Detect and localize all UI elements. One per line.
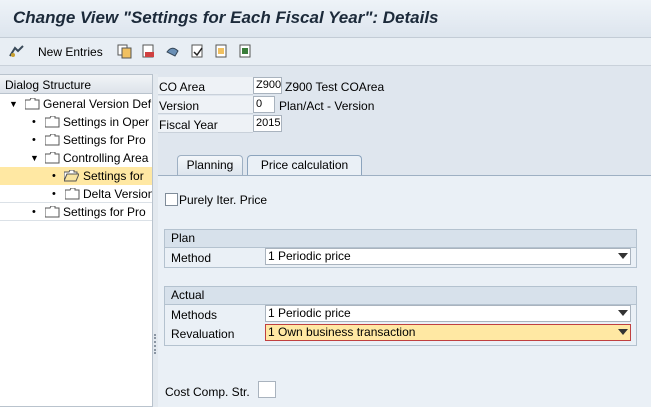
actual-group-title: Actual — [165, 287, 636, 305]
bullet-icon: • — [52, 188, 56, 200]
tree-item-settings-profitability-2[interactable]: • Settings for Pro — [0, 203, 152, 221]
fiscal-year-field[interactable]: 2015 — [253, 115, 282, 132]
tree-item-settings-fiscal-year[interactable]: • Settings for — [0, 167, 152, 185]
folder-icon — [45, 206, 60, 218]
toolbar: New Entries — [0, 38, 651, 66]
version-label: Version — [159, 99, 200, 113]
bullet-icon: • — [52, 170, 56, 182]
copy-icon[interactable] — [117, 44, 132, 59]
glasses-icon[interactable] — [9, 44, 24, 59]
dialog-structure-panel: Dialog Structure ▼ General Version Def •… — [0, 74, 153, 407]
tree-item-settings-profitability[interactable]: • Settings for Pro — [0, 131, 152, 149]
tree-item-general-version[interactable]: ▼ General Version Def — [0, 95, 152, 113]
folder-icon — [65, 188, 80, 200]
tree-item-delta-version[interactable]: • Delta Version — [0, 185, 152, 203]
version-description: Plan/Act - Version — [279, 99, 375, 113]
open-folder-icon — [64, 170, 79, 182]
chevron-down-icon[interactable] — [618, 329, 628, 335]
tab-planning[interactable]: Planning — [177, 155, 243, 175]
undo-icon[interactable] — [165, 44, 180, 59]
bullet-icon: • — [32, 134, 36, 146]
tree-item-settings-operation[interactable]: • Settings in Oper — [0, 113, 152, 131]
purely-iter-price-checkbox[interactable] — [165, 193, 178, 206]
expand-down-icon[interactable]: ▼ — [9, 95, 18, 113]
plan-group-title: Plan — [165, 230, 636, 248]
splitter-grip-icon[interactable] — [154, 334, 157, 354]
expand-down-icon[interactable]: ▼ — [30, 149, 39, 167]
folder-icon — [45, 134, 60, 146]
new-entries-button[interactable]: New Entries — [38, 45, 103, 59]
plan-method-label: Method — [171, 251, 212, 265]
tree-item-controlling-area[interactable]: ▼ Controlling Area — [0, 149, 152, 167]
dialog-structure-header: Dialog Structure — [0, 75, 152, 94]
fiscal-year-label: Fiscal Year — [159, 118, 218, 132]
delete-icon[interactable] — [141, 44, 156, 59]
cost-comp-str-label: Cost Comp. Str. — [165, 385, 250, 399]
bullet-icon: • — [32, 116, 36, 128]
deselect-all-icon[interactable] — [238, 44, 253, 59]
co-area-description: Z900 Test COArea — [285, 80, 385, 94]
cost-comp-str-field[interactable] — [258, 381, 276, 398]
folder-icon — [45, 152, 60, 164]
page-title: Change View "Settings for Each Fiscal Ye… — [13, 8, 439, 27]
select-all-icon[interactable] — [190, 44, 205, 59]
version-field[interactable]: 0 — [253, 96, 275, 113]
chevron-down-icon[interactable] — [618, 310, 628, 316]
actual-methods-label: Methods — [171, 308, 218, 322]
bullet-icon: • — [32, 206, 36, 218]
folder-icon — [45, 116, 60, 128]
tab-price-calculation[interactable]: Price calculation — [247, 155, 362, 175]
actual-methods-dropdown[interactable]: 1 Periodic price — [265, 305, 631, 322]
purely-iter-price-label: Purely Iter. Price — [179, 193, 268, 207]
co-area-label: CO Area — [159, 80, 206, 94]
folder-icon — [25, 98, 40, 110]
chevron-down-icon[interactable] — [618, 253, 628, 259]
title-bar: Change View "Settings for Each Fiscal Ye… — [0, 0, 651, 38]
select-block-icon[interactable] — [214, 44, 229, 59]
co-area-field[interactable]: Z900 — [253, 77, 282, 94]
revaluation-dropdown[interactable]: 1 Own business transaction — [265, 324, 631, 341]
revaluation-label: Revaluation — [171, 327, 235, 341]
plan-method-dropdown[interactable]: 1 Periodic price — [265, 248, 631, 265]
